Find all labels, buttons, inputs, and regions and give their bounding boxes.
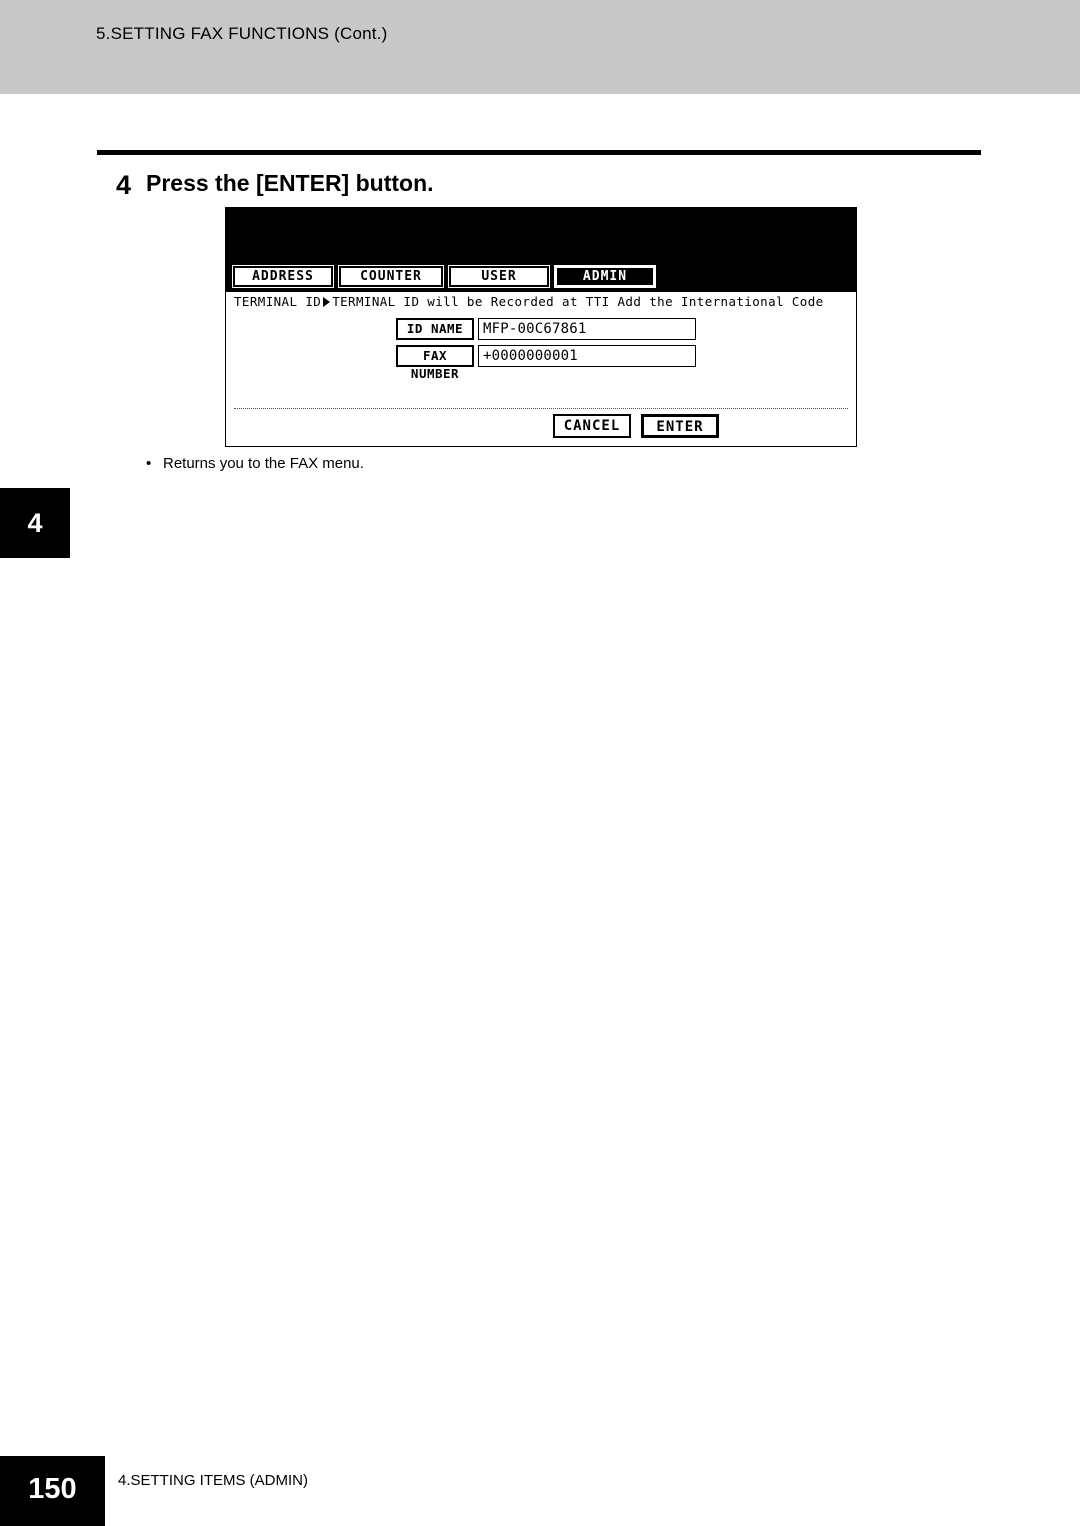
lcd-status-area: [226, 208, 856, 264]
page-header-band: [0, 0, 1080, 94]
bullet-note: Returns you to the FAX menu.: [163, 455, 364, 472]
tab-admin[interactable]: ADMIN: [555, 266, 655, 287]
bullet-marker: •: [146, 455, 152, 472]
lcd-tab-bar: ADDRESS COUNTER USER ADMIN: [226, 264, 856, 292]
section-rule: [97, 150, 981, 155]
step-heading: Press the [ENTER] button.: [146, 170, 434, 196]
notice-prefix: TERMINAL ID: [234, 294, 322, 309]
id-name-button[interactable]: ID NAME: [396, 318, 474, 340]
step-number: 4: [116, 170, 132, 200]
lcd-panel: ADDRESS COUNTER USER ADMIN TERMINAL ID TE…: [225, 207, 857, 447]
right-triangle-icon: [323, 297, 331, 307]
tab-address[interactable]: ADDRESS: [233, 266, 333, 287]
running-title: 5.SETTING FAX FUNCTIONS (Cont.): [96, 24, 388, 43]
lcd-content-area: TERMINAL ID TERMINAL ID will be Recorded …: [226, 292, 856, 446]
chapter-side-tab: 4: [0, 488, 70, 558]
terminal-id-notice: TERMINAL ID TERMINAL ID will be Recorded …: [234, 294, 824, 309]
tab-user[interactable]: USER: [449, 266, 549, 287]
enter-button[interactable]: ENTER: [641, 414, 719, 438]
page-number: 150: [0, 1456, 105, 1526]
fax-number-button[interactable]: FAX NUMBER: [396, 345, 474, 381]
tab-counter[interactable]: COUNTER: [339, 266, 443, 287]
footer-chapter-title: 4.SETTING ITEMS (ADMIN): [118, 1472, 309, 1489]
id-name-value[interactable]: MFP-00C67861: [478, 318, 696, 340]
separator-line: [234, 408, 848, 409]
cancel-button[interactable]: CANCEL: [553, 414, 631, 438]
notice-text: TERMINAL ID will be Recorded at TTI Add …: [332, 294, 824, 309]
fax-number-value[interactable]: +0000000001: [478, 345, 696, 367]
